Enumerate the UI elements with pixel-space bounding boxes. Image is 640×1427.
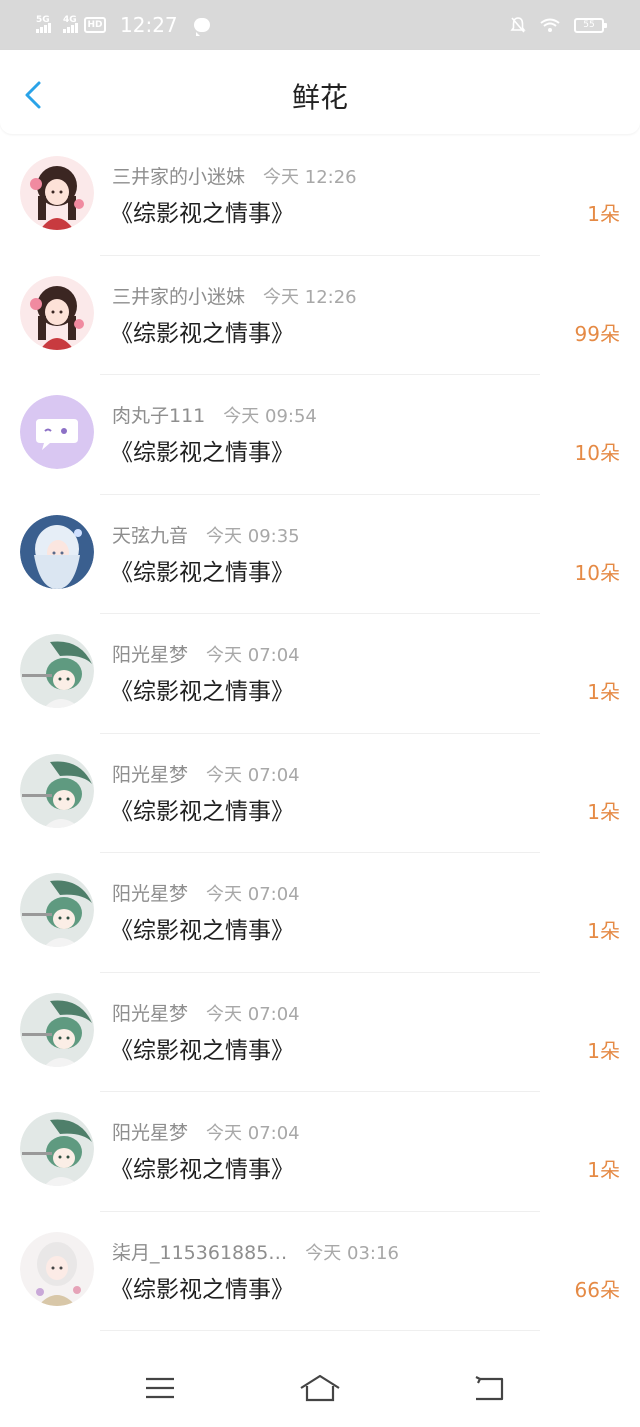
name-time-line: 阳光星梦 今天 07:04 [112, 1118, 300, 1145]
list-item[interactable]: 柒月_115361885… 今天 03:16 《综影视之情事》 66朵 [0, 1212, 640, 1331]
signal-1-label: 5G [36, 15, 50, 25]
timestamp: 今天 03:16 [305, 1242, 399, 1264]
list-item[interactable]: 肉丸子111 今天 09:54 《综影视之情事》 10朵 [0, 375, 640, 495]
book-title[interactable]: 《综影视之情事》 [110, 1270, 294, 1304]
avatar[interactable] [20, 1112, 94, 1186]
mute-bell-icon [510, 17, 526, 33]
timestamp: 今天 07:04 [206, 884, 300, 905]
book-title[interactable]: 《综影视之情事》 [110, 314, 294, 348]
timestamp: 今天 07:04 [206, 1003, 300, 1025]
flower-count: 1朵 [587, 919, 620, 943]
divider [100, 1330, 540, 1331]
user-name[interactable]: 三井家的小迷妹 [112, 166, 245, 188]
book-title[interactable]: 《综影视之情事》 [110, 433, 294, 467]
user-name[interactable]: 阳光星梦 [112, 1122, 188, 1144]
avatar[interactable] [20, 634, 94, 708]
list-item[interactable]: 阳光星梦 今天 07:04 《综影视之情事》 1朵 [0, 1092, 640, 1212]
flower-count: 1朵 [587, 680, 620, 704]
name-time-line: 三井家的小迷妹 今天 12:26 [112, 162, 357, 189]
list-item[interactable]: 阳光星梦 今天 07:04 《综影视之情事》 1朵 [0, 973, 640, 1092]
flower-count: 1朵 [587, 1038, 620, 1063]
timestamp: 今天 07:04 [206, 764, 300, 786]
wifi-icon [540, 18, 560, 32]
list-item[interactable]: 阳光星梦 今天 07:04 《综影视之情事》 1朵 [0, 614, 640, 734]
cell-signal-1-icon: 5G [36, 15, 51, 33]
avatar[interactable] [20, 156, 94, 230]
cell-signal-2-icon: 4G [63, 15, 78, 33]
list-item[interactable]: 阳光星梦 今天 07:04 《综影视之情事》 1朵 [0, 853, 640, 973]
name-time-line: 阳光星梦 今天 07:04 [112, 760, 300, 787]
status-time: 12:27 [120, 13, 178, 37]
flower-count: 1朵 [587, 202, 620, 226]
user-name[interactable]: 阳光星梦 [112, 644, 188, 666]
avatar[interactable] [20, 873, 94, 947]
home-icon[interactable] [298, 1373, 342, 1403]
battery-icon: 55 [574, 17, 607, 33]
name-time-line: 肉丸子111 今天 09:54 [112, 401, 317, 428]
user-name[interactable]: 阳光星梦 [112, 883, 188, 905]
book-title[interactable]: 《综影视之情事》 [110, 1150, 294, 1184]
timestamp: 今天 12:26 [263, 286, 357, 308]
name-time-line: 三井家的小迷妹 今天 12:26 [112, 282, 357, 309]
name-time-line: 阳光星梦 今天 07:04 [112, 879, 300, 906]
timestamp: 今天 07:04 [206, 645, 300, 666]
flower-count: 1朵 [587, 799, 620, 824]
user-name[interactable]: 肉丸子111 [112, 405, 205, 427]
signal-2-label: 4G [63, 15, 77, 25]
flower-count: 10朵 [574, 560, 620, 585]
avatar[interactable] [20, 514, 94, 589]
book-title[interactable]: 《综影视之情事》 [110, 194, 294, 228]
name-time-line: 阳光星梦 今天 07:04 [112, 999, 300, 1026]
user-name[interactable]: 阳光星梦 [112, 1003, 188, 1025]
book-title[interactable]: 《综影视之情事》 [110, 911, 294, 945]
book-title[interactable]: 《综影视之情事》 [110, 553, 294, 587]
hd-icon: HD [84, 17, 106, 33]
status-bar: 5G 4G HD 12:27 55 [0, 0, 640, 50]
avatar[interactable] [20, 275, 94, 350]
flower-count: 99朵 [574, 321, 620, 346]
avatar[interactable] [20, 992, 94, 1067]
timestamp: 今天 07:04 [206, 1123, 300, 1144]
top-app-bar: 鲜花 [0, 50, 640, 134]
name-time-line: 柒月_115361885… 今天 03:16 [112, 1238, 399, 1265]
user-name[interactable]: 天弦九音 [112, 525, 188, 547]
user-name[interactable]: 柒月_115361885… [112, 1242, 287, 1264]
list-item[interactable]: 天弦九音 今天 09:35 《综影视之情事》 10朵 [0, 495, 640, 614]
back-icon[interactable] [470, 1373, 510, 1403]
avatar[interactable] [20, 395, 94, 469]
name-time-line: 阳光星梦 今天 07:04 [112, 640, 300, 667]
book-title[interactable]: 《综影视之情事》 [110, 672, 294, 706]
avatar[interactable] [20, 753, 94, 828]
flower-count: 1朵 [587, 1158, 620, 1182]
timestamp: 今天 09:54 [223, 406, 317, 427]
name-time-line: 天弦九音 今天 09:35 [112, 521, 300, 548]
list-item[interactable]: 三井家的小迷妹 今天 12:26 《综影视之情事》 1朵 [0, 136, 640, 256]
avatar[interactable] [20, 1231, 94, 1306]
user-name[interactable]: 阳光星梦 [112, 764, 188, 786]
menu-icon[interactable] [140, 1373, 180, 1403]
flower-gift-list: 三井家的小迷妹 今天 12:26 《综影视之情事》 1朵 三井家的小迷妹 今天 12:26… [0, 136, 640, 1331]
list-item[interactable]: 阳光星梦 今天 07:04 《综影视之情事》 1朵 [0, 734, 640, 853]
book-title[interactable]: 《综影视之情事》 [110, 1031, 294, 1065]
timestamp: 今天 09:35 [206, 525, 300, 547]
message-icon [193, 18, 210, 36]
flower-count: 66朵 [574, 1277, 620, 1302]
page-title: 鲜花 [291, 81, 348, 114]
timestamp: 今天 12:26 [263, 167, 357, 188]
flower-count: 10朵 [574, 441, 620, 465]
user-name[interactable]: 三井家的小迷妹 [112, 286, 245, 308]
system-navigation-bar [0, 1355, 640, 1427]
book-title[interactable]: 《综影视之情事》 [110, 792, 294, 826]
list-item[interactable]: 三井家的小迷妹 今天 12:26 《综影视之情事》 99朵 [0, 256, 640, 375]
